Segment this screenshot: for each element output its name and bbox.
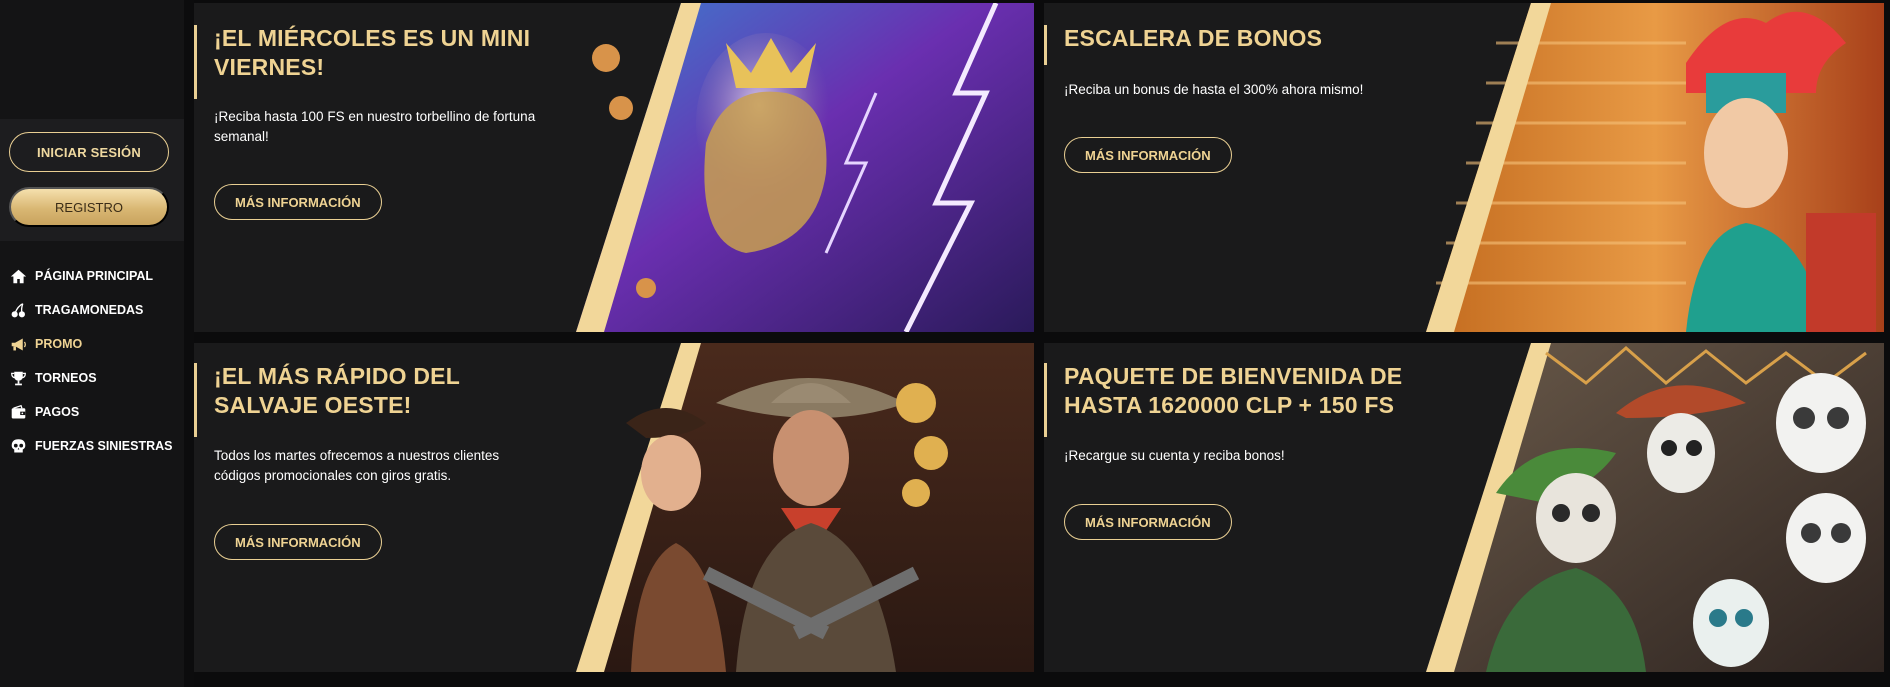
cowboy-gunslinger-image (576, 343, 1034, 672)
promo-title-line1: ESCALERA DE BONOS (1064, 25, 1323, 51)
card-accent-bar (1044, 363, 1047, 437)
promo-title-line1: ¡EL MIÉRCOLES ES UN MINI (214, 25, 531, 51)
wallet-icon (10, 404, 27, 421)
nav-label: TORNEOS (35, 371, 97, 385)
zeus-lightning-image (576, 3, 1034, 332)
promo-description: ¡Reciba hasta 100 FS en nuestro torbelli… (214, 107, 535, 147)
nav-label: PÁGINA PRINCIPAL (35, 269, 154, 283)
nav-item-slots[interactable]: TRAGAMONEDAS (0, 293, 184, 327)
nav-label: FUERZAS SINIESTRAS (35, 439, 173, 453)
promo-title-line2: VIERNES! (214, 54, 325, 80)
card-accent-bar (1044, 25, 1047, 65)
promo-card-welcome-pack: PAQUETE DE BIENVENIDA DE HASTA 1620000 C… (1044, 343, 1884, 672)
promo-desc-line2: códigos promocionales con giros gratis. (214, 468, 452, 483)
login-button[interactable]: INICIAR SESIÓN (9, 132, 169, 172)
nav-label: PAGOS (35, 405, 80, 419)
promo-desc-line1: Todos los martes ofrecemos a nuestros cl… (214, 448, 500, 463)
promo-description: ¡Reciba un bonus de hasta el 300% ahora … (1064, 80, 1363, 100)
promo-title-line1: PAQUETE DE BIENVENIDA DE (1064, 363, 1403, 389)
nav-item-tournaments[interactable]: TORNEOS (0, 361, 184, 395)
nav-item-sinister-forces[interactable]: FUERZAS SINIESTRAS (0, 429, 184, 463)
more-info-button[interactable]: MÁS INFORMACIÓN (214, 184, 382, 220)
promo-card-wild-west: ¡EL MÁS RÁPIDO DEL SALVAJE OESTE! Todos … (194, 343, 1034, 672)
promo-description: ¡Recargue su cuenta y reciba bonos! (1064, 446, 1285, 466)
promo-desc-line1: ¡Reciba hasta 100 FS en nuestro torbelli… (214, 109, 536, 124)
promo-title: ¡EL MÁS RÁPIDO DEL SALVAJE OESTE! (214, 362, 460, 420)
cherries-icon (10, 302, 27, 319)
promo-title-line2: HASTA 1620000 CLP + 150 FS (1064, 392, 1395, 418)
more-info-button[interactable]: MÁS INFORMACIÓN (1064, 137, 1232, 173)
promo-title-line1: ¡EL MÁS RÁPIDO DEL (214, 363, 460, 389)
trophy-icon (10, 370, 27, 387)
nav-item-promo[interactable]: PROMO (0, 327, 184, 361)
nav-item-payments[interactable]: PAGOS (0, 395, 184, 429)
nav-label: PROMO (35, 337, 83, 351)
card-accent-bar (194, 25, 197, 99)
promo-desc-line1: ¡Recargue su cuenta y reciba bonos! (1064, 448, 1285, 463)
promo-title: PAQUETE DE BIENVENIDA DE HASTA 1620000 C… (1064, 362, 1402, 420)
home-icon (10, 268, 27, 285)
sidebar: INICIAR SESIÓN REGISTRO PÁGINA PRINCIPAL… (0, 0, 184, 687)
column-divider (184, 0, 194, 687)
promo-desc-line2: semanal! (214, 129, 269, 144)
skull-icon (10, 438, 27, 455)
promo-card-wednesday: ¡EL MIÉRCOLES ES UN MINI VIERNES! ¡Recib… (194, 3, 1034, 332)
promo-title: ¡EL MIÉRCOLES ES UN MINI VIERNES! (214, 24, 530, 82)
nav-label: TRAGAMONEDAS (35, 303, 144, 317)
nav-item-home[interactable]: PÁGINA PRINCIPAL (0, 259, 184, 293)
megaphone-icon (10, 336, 27, 353)
more-info-button[interactable]: MÁS INFORMACIÓN (214, 524, 382, 560)
promo-desc-line1: ¡Reciba un bonus de hasta el 300% ahora … (1064, 82, 1364, 97)
promo-description: Todos los martes ofrecemos a nuestros cl… (214, 446, 499, 486)
register-button[interactable]: REGISTRO (9, 187, 169, 227)
main-nav: PÁGINA PRINCIPAL TRAGAMONEDAS PROMO TORN… (0, 259, 184, 463)
promo-title-line2: SALVAJE OESTE! (214, 392, 412, 418)
promo-card-bonus-ladder: ESCALERA DE BONOS ¡Reciba un bonus de ha… (1044, 3, 1884, 332)
promo-title: ESCALERA DE BONOS (1064, 24, 1322, 53)
more-info-button[interactable]: MÁS INFORMACIÓN (1064, 504, 1232, 540)
aztec-princess-image (1426, 3, 1884, 332)
card-accent-bar (194, 363, 197, 437)
mariachi-skeletons-image (1426, 343, 1884, 672)
